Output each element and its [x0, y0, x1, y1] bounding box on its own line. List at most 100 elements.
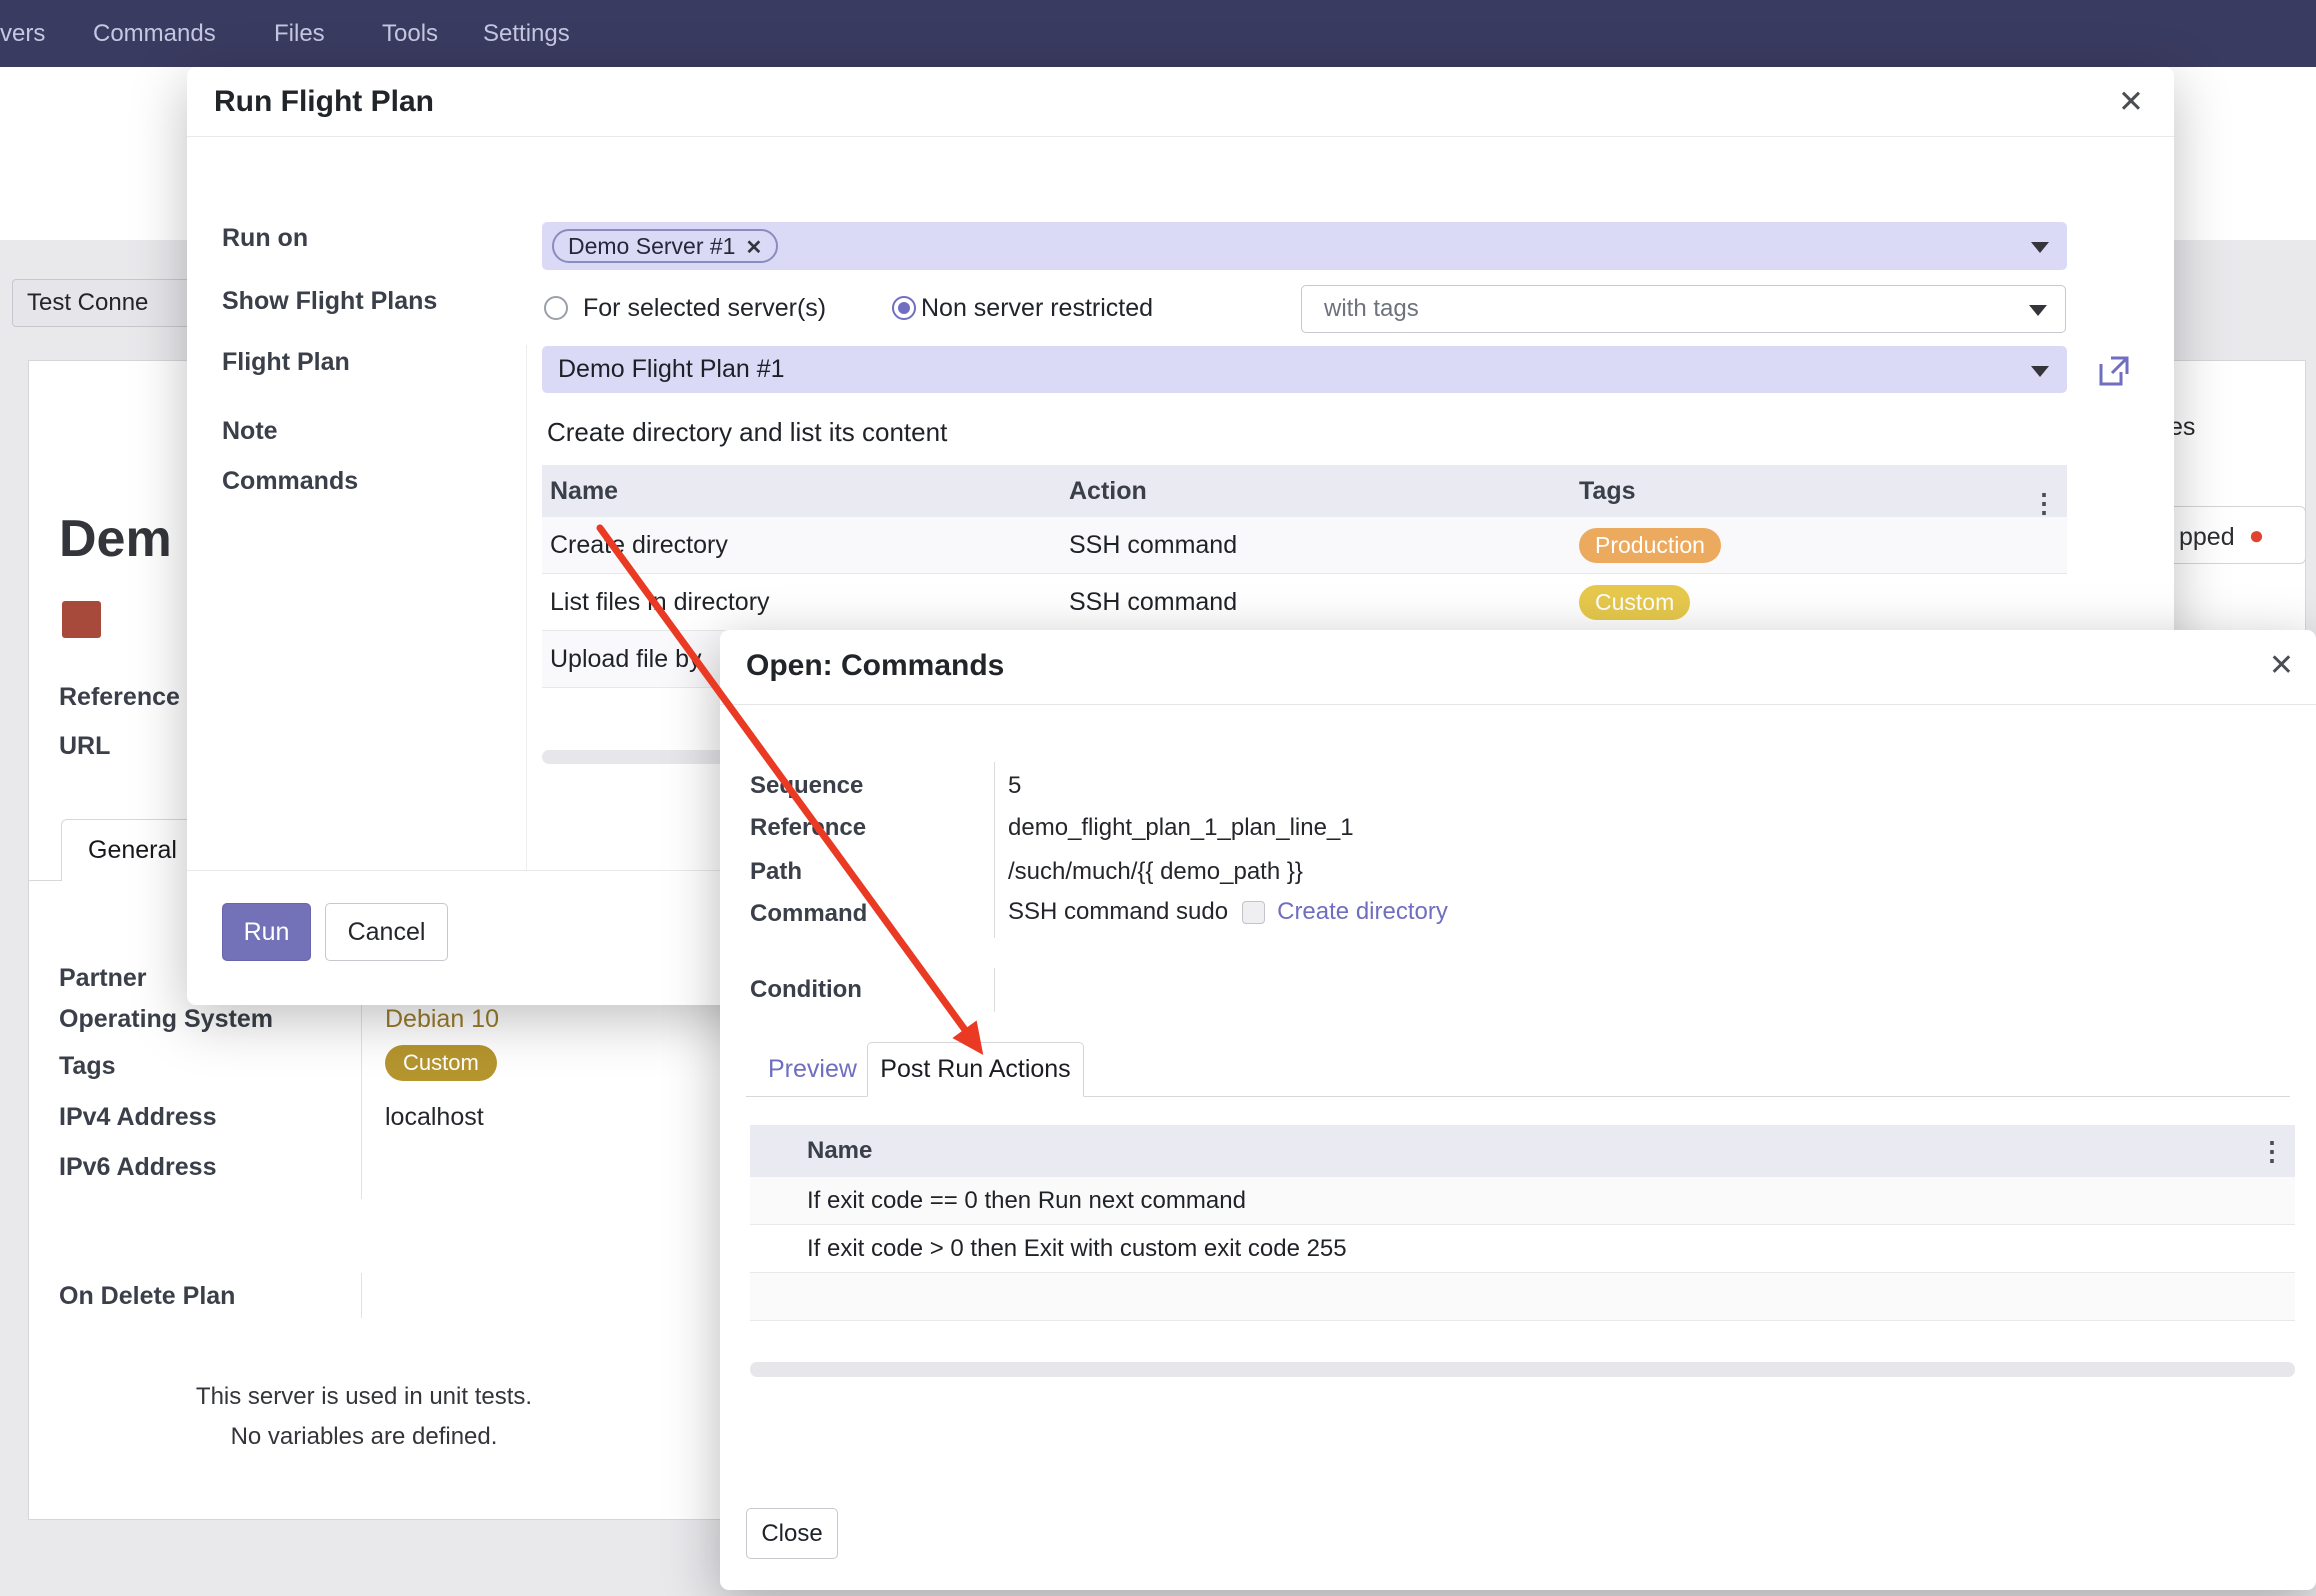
post-run-actions-table: Name ⋮ If exit code == 0 then Run next c…: [750, 1125, 2295, 1321]
tag-badge-custom: Custom: [385, 1045, 497, 1081]
row-name: List files in directory: [542, 588, 1061, 617]
show-flight-plans-label: Show Flight Plans: [222, 287, 437, 316]
post-run-table-header: Name ⋮: [750, 1125, 2295, 1177]
close-icon[interactable]: ✕: [2118, 67, 2144, 137]
row-name: If exit code == 0 then Run next command: [807, 1187, 2295, 1215]
reference-label: Reference: [750, 814, 866, 842]
command-label: Command: [750, 900, 867, 928]
tags-value: Custom: [385, 1045, 497, 1081]
status-dot-icon: ●: [2249, 520, 2265, 550]
reference-value: demo_flight_plan_1_plan_line_1: [1008, 814, 1354, 842]
sequence-label: Sequence: [750, 772, 863, 800]
radio-non-server-restricted-label[interactable]: Non server restricted: [921, 294, 1153, 323]
command-value: SSH command sudo: [1008, 898, 1228, 926]
plan-description: Create directory and list its content: [547, 417, 947, 448]
with-tags-select[interactable]: with tags: [1301, 285, 2066, 333]
server-tag-label: Demo Server #1: [568, 233, 735, 259]
row-action: SSH command: [1061, 531, 1571, 560]
header-name[interactable]: Name: [807, 1137, 2295, 1165]
status-badge-label: pped: [2179, 523, 2235, 551]
status-badge-stopped[interactable]: pped ●: [2154, 506, 2306, 564]
run-on-label: Run on: [222, 224, 308, 253]
run-button[interactable]: Run: [222, 903, 311, 961]
server-notes: This server is used in unit tests. No va…: [59, 1377, 669, 1457]
label-column-divider: [526, 345, 527, 870]
top-nav: vers Commands Files Tools Settings: [0, 0, 2316, 67]
ipv4-label: IPv4 Address: [59, 1103, 216, 1132]
nav-item-files[interactable]: Files: [274, 0, 325, 67]
header-tags-label: Tags: [1579, 477, 1636, 505]
partner-label: Partner: [59, 964, 147, 993]
tags-label: Tags: [59, 1052, 116, 1081]
commands-modal-title: Open: Commands: [746, 630, 1004, 702]
run-on-select[interactable]: Demo Server #1 ✕: [542, 222, 2067, 270]
remove-tag-icon[interactable]: ✕: [745, 237, 762, 259]
tab-general[interactable]: General: [61, 819, 204, 881]
horizontal-scrollbar[interactable]: [750, 1362, 2295, 1377]
note-label: Note: [222, 417, 278, 446]
field-divider-line: [994, 762, 995, 938]
screen: vers Commands Files Tools Settings Test …: [0, 0, 2316, 1596]
chevron-down-icon: [2031, 242, 2049, 253]
run-modal-title: Run Flight Plan: [214, 67, 434, 137]
row-action: SSH command: [1061, 588, 1571, 617]
reference-label: Reference: [59, 683, 180, 712]
checkbox[interactable]: [1242, 901, 1265, 924]
tag-badge-custom: Custom: [1579, 585, 1690, 620]
row-name: If exit code > 0 then Exit with custom e…: [807, 1235, 2295, 1263]
row-name: Create directory: [542, 531, 1061, 560]
table-row[interactable]: If exit code == 0 then Run next command: [750, 1177, 2295, 1225]
header-name[interactable]: Name: [542, 477, 1061, 506]
commands-label: Commands: [222, 467, 358, 496]
nav-item-tools[interactable]: Tools: [382, 0, 438, 67]
chevron-down-icon: [2031, 366, 2049, 377]
operating-system-label: Operating System: [59, 1005, 273, 1034]
operating-system-value-link[interactable]: Debian 10: [385, 1005, 499, 1034]
radio-for-selected-servers[interactable]: [544, 296, 568, 320]
radio-for-selected-servers-label[interactable]: For selected server(s): [583, 294, 826, 323]
header-action[interactable]: Action: [1061, 477, 1571, 506]
field-separator-line-2: [361, 1273, 362, 1318]
commands-modal-header: Open: Commands ✕: [720, 630, 2316, 705]
condition-label: Condition: [750, 976, 862, 1004]
color-swatch[interactable]: [62, 601, 101, 638]
close-button[interactable]: Close: [746, 1508, 838, 1559]
path-label: Path: [750, 858, 802, 886]
nav-item-commands[interactable]: Commands: [93, 0, 216, 67]
sequence-value: 5: [1008, 772, 1021, 800]
flight-plan-value: Demo Flight Plan #1: [558, 355, 785, 383]
kebab-menu-icon[interactable]: ⋮: [2259, 1125, 2285, 1177]
nav-item-settings[interactable]: Settings: [483, 0, 570, 67]
server-tag[interactable]: Demo Server #1 ✕: [552, 229, 778, 263]
create-directory-link[interactable]: Create directory: [1277, 898, 1448, 926]
table-row[interactable]: List files in directory SSH command Cust…: [542, 574, 2067, 631]
header-tags[interactable]: Tags ⋮: [1571, 477, 2067, 506]
path-value: /such/much/{{ demo_path }}: [1008, 858, 1303, 886]
chevron-down-icon: [2029, 305, 2047, 316]
table-row[interactable]: Create directory SSH command Production: [542, 517, 2067, 574]
table-row-empty: [750, 1273, 2295, 1321]
run-modal-header: Run Flight Plan ✕: [187, 67, 2174, 137]
server-title: Dem: [59, 509, 172, 569]
kebab-menu-icon[interactable]: ⋮: [2031, 477, 2057, 529]
tag-badge-production: Production: [1579, 528, 1721, 563]
on-delete-plan-label: On Delete Plan: [59, 1282, 235, 1311]
cancel-button[interactable]: Cancel: [325, 903, 448, 961]
note-line-1: This server is used in unit tests.: [59, 1377, 669, 1417]
tab-preview[interactable]: Preview: [768, 1042, 857, 1096]
tab-post-run-actions[interactable]: Post Run Actions: [867, 1042, 1084, 1097]
nav-item-servers[interactable]: vers: [0, 0, 45, 67]
url-label: URL: [59, 732, 110, 761]
flight-plan-label: Flight Plan: [222, 348, 350, 377]
open-commands-modal: Open: Commands ✕ Sequence Reference Path…: [720, 630, 2316, 1590]
condition-divider-line: [994, 968, 995, 1012]
note-line-2: No variables are defined.: [59, 1417, 669, 1457]
table-row[interactable]: If exit code > 0 then Exit with custom e…: [750, 1225, 2295, 1273]
commands-table-header: Name Action Tags ⋮: [542, 465, 2067, 517]
flight-plan-select[interactable]: Demo Flight Plan #1: [542, 346, 2067, 393]
ipv4-value: localhost: [385, 1103, 484, 1132]
external-link-icon[interactable]: [2097, 354, 2131, 388]
close-icon[interactable]: ✕: [2269, 630, 2294, 702]
ipv6-label: IPv6 Address: [59, 1153, 216, 1182]
radio-non-server-restricted[interactable]: [892, 296, 916, 320]
